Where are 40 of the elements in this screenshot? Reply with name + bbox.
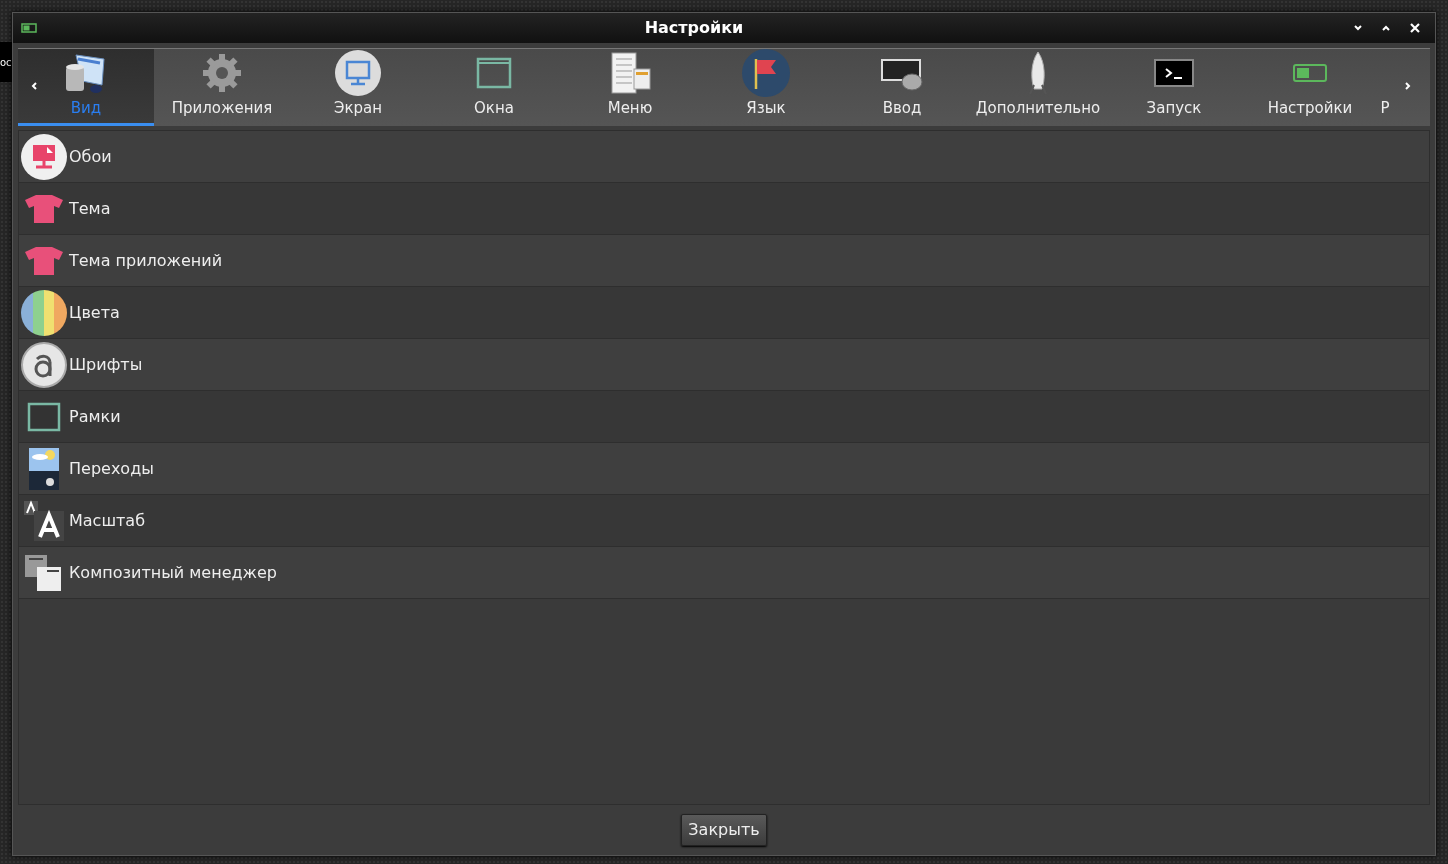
category-tab[interactable]: Дополнительно — [970, 49, 1106, 126]
minimize-button[interactable] — [1353, 24, 1363, 32]
close-dialog-button[interactable]: Закрыть — [681, 814, 767, 846]
category-tab[interactable]: Экран — [290, 49, 426, 126]
category-tab[interactable]: Язык — [698, 49, 834, 126]
day-night-icon — [28, 446, 60, 491]
toggle-switch-icon — [21, 23, 37, 33]
flag-icon — [742, 49, 790, 97]
monitor-icon — [335, 49, 381, 96]
category-tab[interactable]: Запуск — [1106, 49, 1242, 126]
document-list-icon — [608, 50, 652, 95]
window-title: Настройки — [643, 17, 745, 39]
t-shirt-icon — [24, 245, 64, 276]
wallpaper-icon — [21, 133, 67, 180]
scroll-right-button[interactable] — [1404, 81, 1412, 91]
category-tab[interactable]: Ввод — [834, 49, 970, 126]
close-button[interactable] — [1409, 22, 1421, 34]
toggle-switch-icon — [1293, 63, 1327, 82]
settings-list-item[interactable]: Композитный менеджер — [19, 547, 1429, 599]
category-tab[interactable]: Окна — [426, 49, 562, 126]
category-tab[interactable]: Р — [1378, 49, 1392, 126]
settings-list-item[interactable]: Переходы — [19, 443, 1429, 495]
font-letter-icon — [21, 341, 67, 388]
window-frame-icon — [27, 401, 61, 432]
category-tab[interactable]: Настройки — [1242, 49, 1378, 126]
gear-icon — [201, 51, 243, 94]
category-tab[interactable]: Меню — [562, 49, 698, 126]
settings-list-item[interactable]: Тема приложений — [19, 235, 1429, 287]
category-tab[interactable]: Приложения — [154, 49, 290, 126]
terminal-icon — [1154, 58, 1194, 87]
scale-letters-icon — [22, 498, 66, 543]
settings-list-item[interactable]: Обои — [19, 131, 1429, 183]
settings-list-item[interactable]: Шрифты — [19, 339, 1429, 391]
scroll-left-button[interactable] — [30, 81, 38, 91]
color-stripes-icon — [21, 289, 67, 336]
desktop-text: ос — [0, 55, 12, 70]
maximize-button[interactable] — [1381, 24, 1391, 32]
settings-list-item[interactable]: Цвета — [19, 287, 1429, 339]
t-shirt-icon — [24, 193, 64, 224]
window-icon — [476, 56, 512, 89]
